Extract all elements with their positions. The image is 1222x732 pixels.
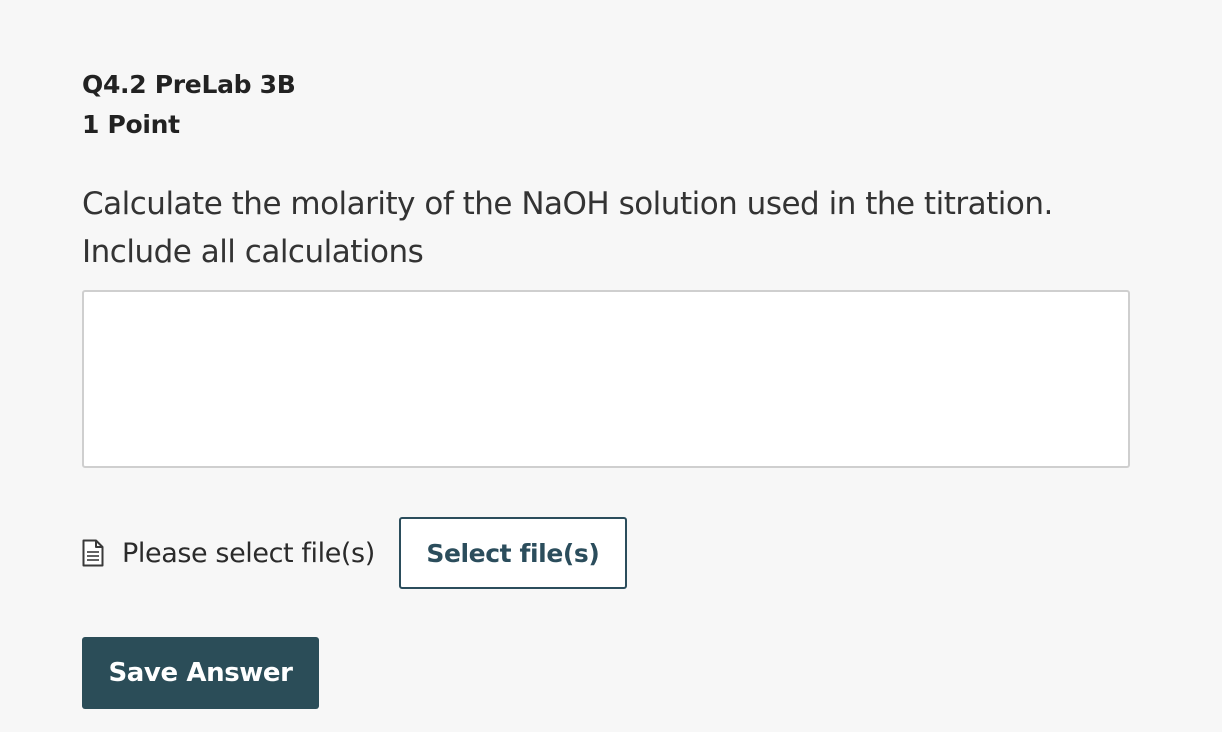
prompt-line-1: Calculate the molarity of the NaOH solut… (82, 186, 1053, 222)
question-title: Q4.2 PreLab 3B (82, 70, 296, 99)
answer-textarea[interactable] (82, 290, 1130, 468)
file-status-text: Please select file(s) (122, 537, 375, 569)
question-prompt: Calculate the molarity of the NaOH solut… (82, 180, 1132, 276)
file-upload-row: Please select file(s) Select file(s) (82, 517, 627, 589)
select-files-button[interactable]: Select file(s) (398, 517, 627, 589)
prompt-line-2: Include all calculations (82, 234, 424, 270)
question-points: 1 Point (82, 110, 180, 139)
document-icon (82, 539, 104, 567)
save-answer-button[interactable]: Save Answer (82, 637, 319, 709)
